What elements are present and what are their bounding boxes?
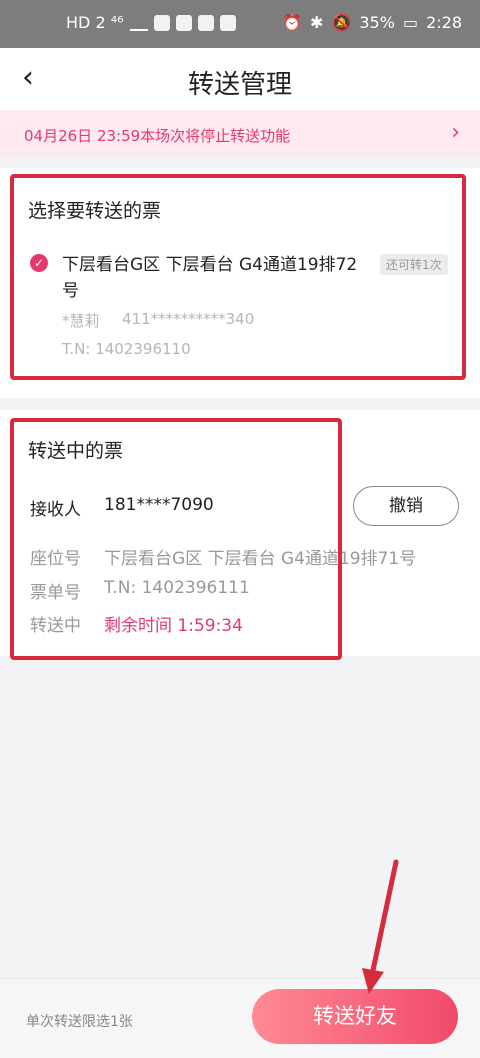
battery-icon: ▭ [402, 13, 419, 32]
ticket-holder: *慧莉 [62, 312, 100, 330]
selected-check-icon[interactable]: ✓ [30, 254, 48, 272]
notice-text: 04月26日 23:59本场次将停止转送功能 [24, 127, 291, 145]
mute-icon: 🔕 [331, 13, 352, 32]
gallery-app-icon [175, 14, 192, 31]
notice-banner[interactable]: 04月26日 23:59本场次将停止转送功能 › [0, 110, 480, 158]
order-value: T.N: 1402396111 [104, 578, 250, 598]
ticket-id-number: 411**********340 [122, 310, 255, 328]
transferring-section-title: 转送中的票 [28, 440, 124, 462]
seat-value: 下层看台G区 下层看台 G4通道19排71号 [104, 549, 417, 569]
ticket-tn: T.N: 1402396110 [62, 340, 191, 358]
select-section-title: 选择要转送的票 [28, 200, 162, 222]
page-title: 转送管理 [187, 70, 292, 100]
bottom-bar: 单次转送限选1张 转送好友 [0, 978, 480, 1058]
status-label: 转送中 [30, 616, 81, 636]
wechat-icon [197, 14, 214, 31]
page-header: ‹ 转送管理 [0, 48, 480, 110]
shield-app-icon [153, 14, 170, 31]
clock: 2:28 [426, 13, 462, 32]
bluetooth-icon: ✱ [310, 13, 324, 32]
receiver-value: 181****7090 [104, 495, 214, 515]
transfer-count-badge: 还可转1次 [380, 254, 448, 275]
boss-app-icon [219, 14, 236, 31]
cancel-transfer-button[interactable]: 撤销 [353, 486, 459, 526]
send-to-friend-button[interactable]: 转送好友 [252, 989, 458, 1044]
seat-label: 座位号 [30, 549, 81, 569]
order-label: 票单号 [30, 583, 81, 603]
receiver-label: 接收人 [30, 500, 81, 520]
battery-percent: 35% [359, 13, 395, 32]
status-left-text: HD 2 ⁴⁶ [66, 13, 124, 32]
remaining-time: 剩余时间 1:59:34 [104, 616, 243, 636]
status-bar: HD 2 ⁴⁶ ⏰ ✱ 🔕 35% ▭ 2:28 [0, 0, 480, 48]
alarm-icon: ⏰ [282, 13, 303, 32]
chevron-right-icon: › [451, 120, 460, 145]
ticket-seat[interactable]: 下层看台G区 下层看台 G4通道19排72号 [62, 252, 372, 304]
signal-icon [129, 15, 148, 31]
limit-text: 单次转送限选1张 [26, 1014, 133, 1030]
